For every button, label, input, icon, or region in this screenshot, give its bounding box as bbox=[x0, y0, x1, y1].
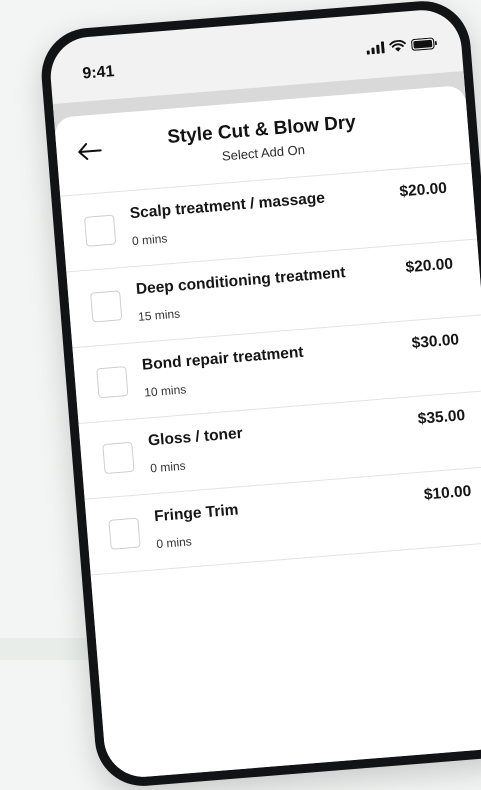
add-on-checkbox[interactable] bbox=[102, 441, 135, 475]
add-on-duration: 0 mins bbox=[155, 534, 193, 552]
wifi-icon bbox=[389, 39, 406, 52]
add-on-price: $10.00 bbox=[423, 482, 472, 504]
add-on-name: Gloss / toner bbox=[147, 424, 244, 450]
add-on-price: $20.00 bbox=[398, 179, 448, 201]
add-on-checkbox[interactable] bbox=[83, 214, 117, 247]
battery-icon bbox=[411, 37, 437, 51]
add-on-duration: 0 mins bbox=[131, 231, 168, 249]
add-on-price: $35.00 bbox=[417, 407, 466, 428]
phone-frame: 9:41 Style Cut & Blow Dry Select Add On … bbox=[38, 0, 481, 790]
add-on-duration: 0 mins bbox=[149, 458, 187, 476]
add-on-checkbox[interactable] bbox=[108, 517, 141, 550]
add-on-checkbox[interactable] bbox=[96, 366, 129, 399]
add-on-name: Bond repair treatment bbox=[141, 343, 305, 374]
signal-icon bbox=[366, 41, 385, 55]
add-on-price: $20.00 bbox=[404, 255, 454, 277]
add-on-duration: 15 mins bbox=[137, 306, 181, 324]
add-on-price: $30.00 bbox=[411, 331, 460, 353]
phone-screen: 9:41 Style Cut & Blow Dry Select Add On … bbox=[47, 7, 481, 780]
status-icons bbox=[366, 37, 438, 55]
add-on-name: Fringe Trim bbox=[153, 501, 240, 526]
add-on-sheet: Style Cut & Blow Dry Select Add On Scalp… bbox=[53, 84, 481, 780]
add-on-duration: 10 mins bbox=[143, 382, 187, 400]
status-time: 9:41 bbox=[81, 63, 116, 83]
add-on-name: Scalp treatment / massage bbox=[129, 189, 326, 223]
add-on-checkbox[interactable] bbox=[90, 290, 123, 323]
add-on-name: Deep conditioning treatment bbox=[135, 264, 347, 298]
add-on-list: Scalp treatment / massage 0 mins $20.00 … bbox=[60, 163, 481, 576]
